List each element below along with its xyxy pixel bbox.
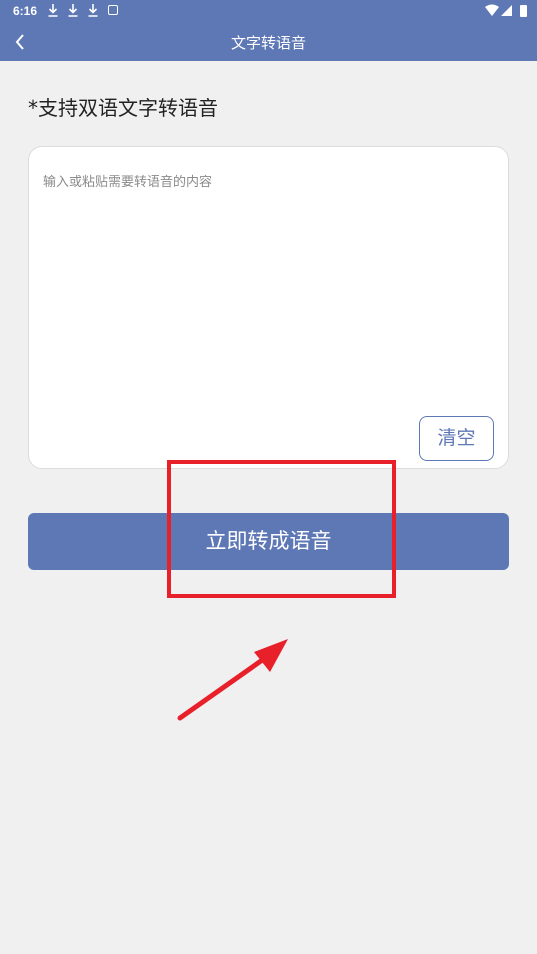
download-icon [88, 4, 98, 17]
page-title: 文字转语音 [230, 34, 306, 52]
system-status-icons [485, 4, 527, 17]
status-time: 6:16 [13, 4, 38, 18]
clear-button[interactable]: 清空 [419, 416, 494, 461]
wifi-icon [485, 4, 499, 16]
red-arrow-icon [177, 639, 288, 721]
text-input[interactable] [43, 171, 493, 391]
highlight-annotation-box [167, 460, 396, 598]
status-bar: 6:16 [0, 0, 537, 22]
app-notification-icon [108, 5, 118, 15]
section-heading: *支持双语文字转语音 [28, 96, 218, 120]
text-editor-card: 清空 [28, 146, 509, 469]
signal-icon [501, 5, 512, 16]
battery-icon [520, 5, 527, 17]
download-icon [48, 4, 58, 17]
app-bar: 文字转语音 [0, 22, 537, 61]
download-icon [68, 4, 78, 17]
